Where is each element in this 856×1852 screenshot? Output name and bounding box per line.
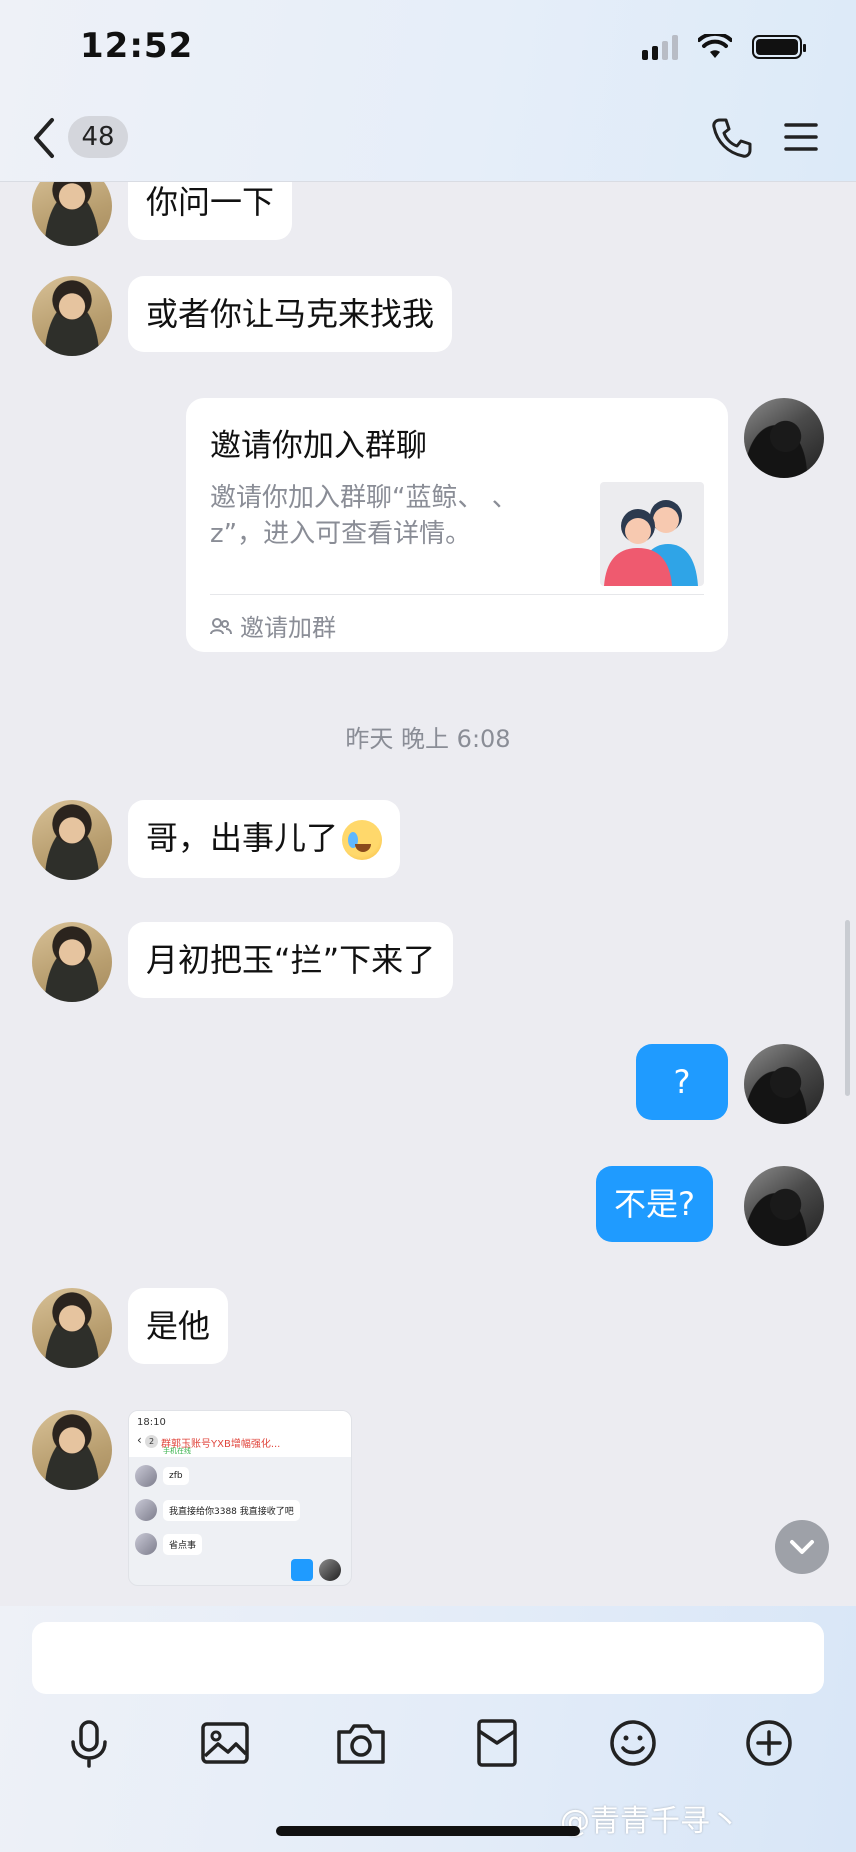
cellular-signal-icon — [642, 34, 678, 60]
menu-icon[interactable] — [784, 120, 818, 154]
plus-icon[interactable] — [742, 1716, 796, 1770]
microphone-icon[interactable] — [62, 1716, 116, 1770]
message-input[interactable] — [32, 1622, 824, 1694]
group-avatar-icon — [600, 482, 704, 586]
crying-laughing-emoji-icon — [342, 820, 383, 860]
message-bubble-incoming[interactable]: 是他 — [128, 1288, 229, 1364]
preview-avatar — [135, 1499, 157, 1521]
preview-emoji-bubble — [291, 1559, 313, 1581]
preview-avatar — [135, 1533, 157, 1555]
message-text: 哥，出事儿了 — [146, 819, 339, 857]
group-icon — [210, 617, 232, 634]
red-packet-icon[interactable] — [470, 1716, 524, 1770]
preview-back-icon: ‹ — [137, 1433, 142, 1447]
message-bubble-incoming[interactable]: 你问一下 — [128, 182, 293, 240]
message-bubble-incoming[interactable]: 月初把玉“拦”下来了 — [128, 922, 454, 998]
invite-card-description: 邀请你加入群聊“蓝鲸、 、 z”，进入可查看详情。 — [210, 483, 518, 549]
preview-message: 省点事 — [163, 1533, 203, 1555]
invite-card-title: 邀请你加入群聊 — [210, 428, 427, 464]
status-icons — [642, 34, 806, 60]
contact-avatar[interactable] — [32, 1288, 112, 1368]
contact-avatar[interactable] — [32, 800, 112, 880]
message-bubble-incoming[interactable]: 或者你让马克来找我 — [128, 276, 453, 352]
contact-avatar[interactable] — [32, 922, 112, 1002]
message-bubble-incoming[interactable]: 哥，出事儿了 — [128, 800, 401, 878]
group-invite-card[interactable]: 邀请你加入群聊 邀请你加入群聊“蓝鲸、 、 z”，进入可查看详情。 邀请加群 — [186, 398, 728, 652]
camera-icon[interactable] — [334, 1716, 388, 1770]
watermark: @青青千寻丶 — [560, 1804, 740, 1839]
chevron-down-icon — [790, 1540, 814, 1554]
preview-time: 18:10 — [137, 1417, 166, 1428]
top-bar: 12:52 48 — [0, 0, 856, 182]
my-avatar[interactable] — [744, 1044, 824, 1124]
back-icon[interactable] — [24, 112, 64, 164]
timestamp-divider: 昨天 晚上 6:08 — [345, 725, 511, 753]
phone-icon[interactable] — [710, 116, 754, 160]
card-divider — [210, 594, 704, 595]
wifi-icon — [698, 34, 732, 58]
image-icon[interactable] — [198, 1716, 252, 1770]
status-time: 12:52 — [80, 26, 194, 66]
chat-message-list[interactable]: 你问一下 或者你让马克来找我 邀请你加入群聊 邀请你加入群聊“蓝鲸、 、 z”，… — [0, 182, 856, 1606]
emoji-icon[interactable] — [606, 1716, 660, 1770]
battery-icon — [752, 35, 806, 59]
scrollbar-thumb[interactable] — [845, 920, 850, 1096]
message-bubble-outgoing[interactable]: ? — [636, 1044, 728, 1120]
image-message-preview[interactable]: 18:10 ‹ 2 群郭玉账号YXB增幅强化... 手机在线 zfb 我直接给你… — [128, 1410, 352, 1586]
preview-avatar — [135, 1465, 157, 1487]
preview-badge: 2 — [145, 1435, 158, 1448]
invite-card-footer-label: 邀请加群 — [240, 614, 336, 642]
preview-message: zfb — [163, 1467, 189, 1485]
preview-my-avatar — [319, 1559, 341, 1581]
invite-card-footer: 邀请加群 — [210, 608, 336, 643]
message-bubble-outgoing[interactable]: 不是? — [596, 1166, 713, 1242]
contact-avatar[interactable] — [32, 182, 112, 246]
preview-subtitle: 手机在线 — [163, 1447, 191, 1455]
contact-avatar[interactable] — [32, 276, 112, 356]
my-avatar[interactable] — [744, 398, 824, 478]
my-avatar[interactable] — [744, 1166, 824, 1246]
unread-count-badge[interactable]: 48 — [68, 116, 128, 158]
contact-avatar[interactable] — [32, 1410, 112, 1490]
preview-message: 我直接给你3388 我直接收了吧 — [163, 1499, 300, 1521]
scroll-to-bottom-button[interactable] — [775, 1520, 829, 1574]
home-indicator[interactable] — [276, 1826, 580, 1836]
